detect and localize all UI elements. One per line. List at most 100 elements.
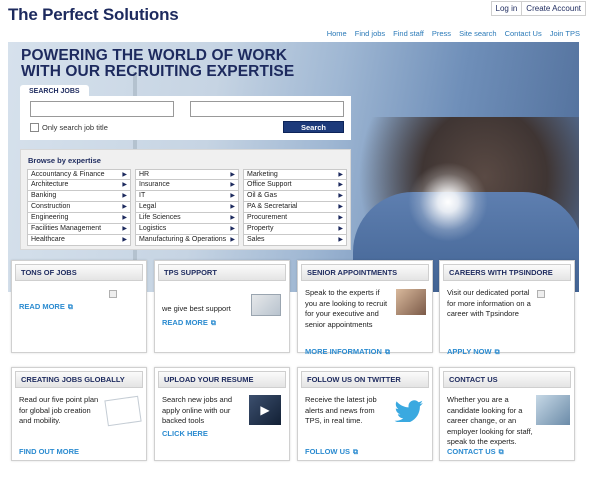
contact-us-link[interactable]: CONTACT US ⧉ xyxy=(447,447,504,457)
expertise-item[interactable]: IT ▶ xyxy=(135,191,239,202)
chevron-right-icon: ▶ xyxy=(230,215,235,221)
expertise-item[interactable]: Office Support ▶ xyxy=(243,180,347,191)
chevron-right-icon: ▶ xyxy=(338,226,343,232)
chevron-right-icon: ▶ xyxy=(338,172,343,178)
nav-home[interactable]: Home xyxy=(327,29,347,38)
play-icon[interactable]: ▶ xyxy=(249,395,281,425)
top-nav: Home Find jobs Find staff Press Site sea… xyxy=(327,29,580,38)
chevron-right-icon: ▶ xyxy=(230,237,235,243)
hero-banner: POWERING THE WORLD OF WORK WITH OUR RECR… xyxy=(8,42,579,292)
expertise-item[interactable]: Manufacturing & Operations ▶ xyxy=(135,235,239,246)
find-out-more-link[interactable]: FIND OUT MORE xyxy=(19,447,79,456)
card-title: CAREERS WITH TPSINDORE xyxy=(443,264,571,281)
card-title: FOLLOW US ON TWITTER xyxy=(301,371,429,388)
expertise-item[interactable]: Procurement ▶ xyxy=(243,213,347,224)
phone-call-thumbnail xyxy=(396,289,426,315)
search-jobs-panel: Only search job title Search xyxy=(20,96,351,140)
click-here-link[interactable]: CLICK HERE xyxy=(162,429,208,438)
expertise-item[interactable]: Sales ▶ xyxy=(243,235,347,246)
expertise-item[interactable]: Architecture ▶ xyxy=(27,180,131,191)
chevron-right-icon: ▶ xyxy=(230,182,235,188)
keyword-input[interactable] xyxy=(30,101,174,117)
read-more-link[interactable]: READ MORE ⧉ xyxy=(162,318,216,328)
expertise-item[interactable]: Property ▶ xyxy=(243,224,347,235)
nav-find-jobs[interactable]: Find jobs xyxy=(355,29,385,38)
image-placeholder-icon xyxy=(109,290,117,298)
expertise-item[interactable]: Facilities Management ▶ xyxy=(27,224,131,235)
card-follow-us-on-twitter: FOLLOW US ON TWITTER Receive the latest … xyxy=(297,367,433,461)
expertise-item[interactable]: HR ▶ xyxy=(135,169,239,180)
browse-by-expertise-panel: Browse by expertise Accountancy & Financ… xyxy=(20,149,351,250)
more-information-link[interactable]: MORE INFORMATION ⧉ xyxy=(305,347,390,357)
expertise-item[interactable]: Life Sciences ▶ xyxy=(135,213,239,224)
card-title: CONTACT US xyxy=(443,371,571,388)
chevron-right-icon: ▶ xyxy=(122,172,127,178)
card-title: TPS SUPPORT xyxy=(158,264,286,281)
nav-find-staff[interactable]: Find staff xyxy=(393,29,424,38)
expertise-item[interactable]: Logistics ▶ xyxy=(135,224,239,235)
job-title-only-checkbox[interactable] xyxy=(30,123,39,132)
chevron-right-icon: ▶ xyxy=(230,226,235,232)
account-links: Log in Create Account xyxy=(490,1,586,16)
hero-headline-line2: WITH OUR RECRUITING EXPERTISE xyxy=(21,63,295,80)
chevron-right-icon: ▶ xyxy=(230,172,235,178)
twitter-bird-icon[interactable] xyxy=(394,400,424,422)
external-link-icon: ⧉ xyxy=(384,349,390,356)
card-title: TONS OF JOBS xyxy=(15,264,143,281)
card-tps-support: TPS SUPPORT we give best support READ MO… xyxy=(154,260,290,353)
card-text: Search new jobs and apply online with ou… xyxy=(162,395,233,425)
search-button[interactable]: Search xyxy=(283,121,344,133)
apply-now-link[interactable]: APPLY NOW ⧉ xyxy=(447,347,500,357)
expertise-column-3: Marketing ▶ Office Support ▶ Oil & Gas ▶ PA… xyxy=(243,169,347,246)
read-more-link[interactable]: READ MORE ⧉ xyxy=(19,302,73,312)
nav-contact-us[interactable]: Contact Us xyxy=(505,29,542,38)
chevron-right-icon: ▶ xyxy=(122,193,127,199)
expertise-item[interactable]: Banking ▶ xyxy=(27,191,131,202)
create-account-link[interactable]: Create Account xyxy=(521,2,585,15)
card-text: we give best support xyxy=(162,304,231,313)
chevron-right-icon: ▶ xyxy=(338,193,343,199)
nav-site-search[interactable]: Site search xyxy=(459,29,497,38)
card-title: UPLOAD YOUR RESUME xyxy=(158,371,286,388)
nav-join-tps[interactable]: Join TPS xyxy=(550,29,580,38)
office-group-thumbnail xyxy=(536,395,570,425)
newspaper-thumbnail xyxy=(251,294,281,316)
chevron-right-icon: ▶ xyxy=(338,215,343,221)
browse-heading: Browse by expertise xyxy=(28,156,101,165)
expertise-item[interactable]: Insurance ▶ xyxy=(135,180,239,191)
chevron-right-icon: ▶ xyxy=(122,182,127,188)
card-contact-us: CONTACT US Whether you are a candidate l… xyxy=(439,367,575,461)
chevron-right-icon: ▶ xyxy=(122,226,127,232)
chevron-right-icon: ▶ xyxy=(122,204,127,210)
site-logo[interactable]: The Perfect Solutions xyxy=(8,5,179,25)
card-upload-your-resume: UPLOAD YOUR RESUME Search new jobs and a… xyxy=(154,367,290,461)
expertise-item[interactable]: Accountancy & Finance ▶ xyxy=(27,169,131,180)
expertise-column-2: HR ▶ Insurance ▶ IT ▶ Legal ▶ Life Sciences ▶… xyxy=(135,169,239,246)
expertise-item[interactable]: Marketing ▶ xyxy=(243,169,347,180)
card-tons-of-jobs: TONS OF JOBS READ MORE ⧉ xyxy=(11,260,147,353)
chevron-right-icon: ▶ xyxy=(230,204,235,210)
nav-press[interactable]: Press xyxy=(432,29,451,38)
hero-headline: POWERING THE WORLD OF WORK WITH OUR RECR… xyxy=(21,48,294,80)
location-input[interactable] xyxy=(190,101,344,117)
expertise-item[interactable]: Oil & Gas ▶ xyxy=(243,191,347,202)
login-link[interactable]: Log in xyxy=(492,2,522,15)
expertise-item[interactable]: Engineering ▶ xyxy=(27,213,131,224)
card-text: Speak to the experts if you are looking … xyxy=(305,288,388,329)
expertise-column-1: Accountancy & Finance ▶ Architecture ▶ Ban… xyxy=(27,169,131,246)
sun-glow xyxy=(408,162,488,242)
follow-us-link[interactable]: FOLLOW US ⧉ xyxy=(305,447,358,457)
expertise-item[interactable]: Healthcare ▶ xyxy=(27,235,131,246)
chevron-right-icon: ▶ xyxy=(122,237,127,243)
card-title: CREATING JOBS GLOBALLY xyxy=(15,371,143,388)
external-link-icon: ⧉ xyxy=(353,449,358,456)
expertise-item[interactable]: Legal ▶ xyxy=(135,202,239,213)
chevron-right-icon: ▶ xyxy=(338,204,343,210)
card-careers-with-tpsindore: CAREERS WITH TPSINDORE Visit our dedicat… xyxy=(439,260,575,356)
chevron-right-icon: ▶ xyxy=(338,182,343,188)
card-creating-jobs-globally: CREATING JOBS GLOBALLY Read our five poi… xyxy=(11,367,147,461)
chevron-right-icon: ▶ xyxy=(122,215,127,221)
expertise-item[interactable]: Construction ▶ xyxy=(27,202,131,213)
job-title-only-label: Only search job title xyxy=(42,123,108,132)
expertise-item[interactable]: PA & Secretarial ▶ xyxy=(243,202,347,213)
